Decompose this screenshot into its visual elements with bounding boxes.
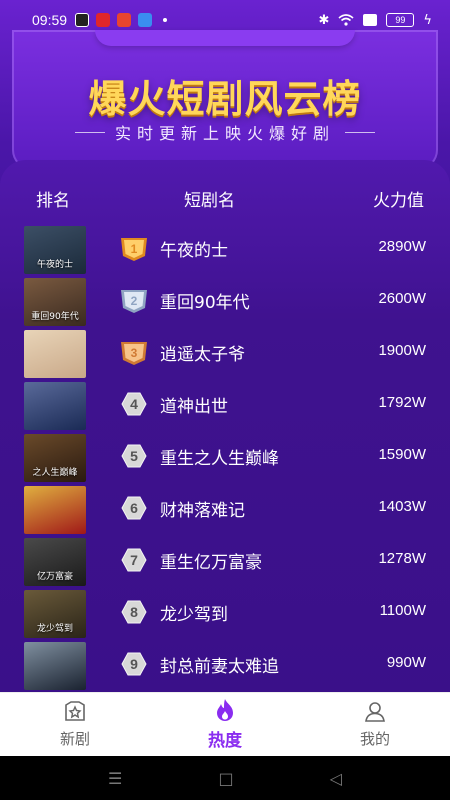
tab-heat[interactable]: 热度: [170, 698, 280, 751]
divider: [74, 131, 105, 133]
poster-title: 午夜的士: [36, 260, 73, 270]
video-app-icon: [117, 13, 132, 27]
drama-name[interactable]: 封总前妻太难追: [160, 652, 279, 677]
column-header-heat: 火力值: [373, 191, 424, 211]
no-sim-icon: [363, 14, 378, 26]
page-subtitle: 实时更新上映火爆好剧: [114, 124, 335, 143]
back-icon[interactable]: ◁: [330, 769, 342, 788]
column-header-rank: 排名: [36, 191, 70, 211]
drama-name[interactable]: 午夜的士: [160, 236, 228, 261]
poster-title: 之人生巅峰: [32, 468, 78, 478]
poster-title: 重回90年代: [31, 312, 79, 322]
system-nav-bar: ☰ □ ◁: [0, 756, 450, 800]
menu-icon[interactable]: ☰: [108, 769, 122, 788]
svg-text:2: 2: [131, 294, 138, 308]
rank-badge: 4: [121, 392, 147, 416]
poster-title: 龙少驾到: [36, 624, 73, 634]
table-row[interactable]: 重回90年代 2 重回90年代 2600W: [0, 274, 450, 326]
home-icon[interactable]: □: [218, 769, 233, 788]
battery-icon: 99: [386, 13, 415, 27]
heat-value: 1100W: [379, 602, 426, 619]
drama-name[interactable]: 财神落难记: [160, 496, 245, 521]
table-row[interactable]: 4 道神出世 1792W: [0, 378, 450, 430]
wifi-icon: [338, 14, 354, 26]
page-title: 爆火短剧风云榜: [88, 76, 362, 121]
column-header-name: 短剧名: [184, 191, 235, 211]
drama-poster[interactable]: [24, 330, 86, 378]
drama-name[interactable]: 逍遥太子爷: [160, 340, 245, 365]
bronze-medal-icon: 3: [118, 338, 150, 366]
gold-medal-icon: 1: [118, 234, 150, 262]
profile-icon: [365, 702, 385, 722]
header-tab-decoration: [95, 30, 355, 46]
drama-name[interactable]: 重生之人生巅峰: [160, 444, 279, 469]
drama-poster[interactable]: [24, 382, 86, 430]
drama-poster[interactable]: 午夜的士: [24, 226, 86, 274]
rank-number: 5: [130, 448, 138, 464]
weibo-icon: [96, 13, 111, 27]
rank-number: 8: [130, 604, 138, 620]
rank-number: 7: [130, 552, 138, 568]
poster-title: 亿万富豪: [36, 572, 73, 582]
tab-new[interactable]: 新剧: [20, 700, 130, 749]
divider: [345, 131, 375, 133]
table-row[interactable]: 午夜的士 1 午夜的士 2890W: [0, 222, 450, 274]
table-row[interactable]: 之人生巅峰 5 重生之人生巅峰 1590W: [0, 430, 450, 482]
rank-badge: 5: [121, 444, 147, 468]
bottom-tab-bar: 新剧 热度 我的: [0, 692, 450, 756]
drama-poster[interactable]: [24, 486, 86, 534]
rank-badge: 9: [121, 652, 147, 676]
notification-dot-icon: [163, 18, 168, 22]
drama-name[interactable]: 重回90年代: [160, 288, 250, 313]
bluetooth-icon: ✱: [318, 12, 330, 28]
app-screen: 09:59 ✱ 99 ϟ 爆火短剧风云榜 实时更新上映火爆好剧 排名 短剧名 火…: [0, 0, 450, 800]
charging-icon: ϟ: [423, 12, 432, 28]
drama-poster[interactable]: 亿万富豪: [24, 538, 86, 586]
tiktok-icon: [75, 13, 90, 27]
heat-value: 1900W: [378, 342, 426, 359]
status-indicators: ✱ 99 ϟ: [319, 13, 432, 28]
svg-text:1: 1: [131, 242, 138, 256]
drama-poster[interactable]: [24, 642, 86, 690]
drama-poster[interactable]: 之人生巅峰: [24, 434, 86, 482]
table-row[interactable]: 龙少驾到 8 龙少驾到 1100W: [0, 586, 450, 638]
rank-number: 9: [130, 656, 138, 672]
tab-label-heat: 热度: [208, 731, 242, 751]
flame-icon: [217, 699, 233, 721]
tab-label-new: 新剧: [59, 730, 90, 748]
tab-mine[interactable]: 我的: [320, 700, 430, 749]
subtitle-row: 实时更新上映火爆好剧: [0, 120, 450, 144]
heat-value: 1403W: [378, 498, 426, 515]
table-row[interactable]: 3 逍遥太子爷 1900W: [0, 326, 450, 378]
heat-value: 990W: [386, 654, 426, 671]
rank-badge: 6: [121, 496, 147, 520]
drama-poster[interactable]: 重回90年代: [24, 278, 86, 326]
heat-value: 1278W: [378, 550, 426, 567]
star-icon: [65, 701, 85, 721]
heat-value: 1792W: [378, 394, 426, 411]
rank-badge: 7: [121, 548, 147, 572]
status-time: 09:59: [32, 12, 68, 28]
drama-name[interactable]: 龙少驾到: [160, 600, 228, 625]
ranking-list: 午夜的士 1 午夜的士 2890W 重回90年代 2 重回90年代 2600W 3 逍…: [0, 222, 450, 690]
rank-number: 6: [130, 500, 138, 516]
heat-value: 2600W: [378, 290, 426, 307]
heat-value: 2890W: [378, 238, 426, 255]
rank-badge: 8: [121, 600, 147, 624]
table-row[interactable]: 9 封总前妻太难追 990W: [0, 638, 450, 690]
tab-label-mine: 我的: [359, 730, 390, 748]
drama-name[interactable]: 重生亿万富豪: [160, 548, 262, 573]
heat-value: 1590W: [378, 446, 426, 463]
drama-poster[interactable]: 龙少驾到: [24, 590, 86, 638]
svg-text:3: 3: [131, 346, 138, 360]
table-row[interactable]: 亿万富豪 7 重生亿万富豪 1278W: [0, 534, 450, 586]
drama-name[interactable]: 道神出世: [160, 392, 228, 417]
rank-number: 4: [130, 396, 138, 412]
browser-icon: [138, 13, 153, 27]
table-row[interactable]: 6 财神落难记 1403W: [0, 482, 450, 534]
silver-medal-icon: 2: [118, 286, 150, 314]
